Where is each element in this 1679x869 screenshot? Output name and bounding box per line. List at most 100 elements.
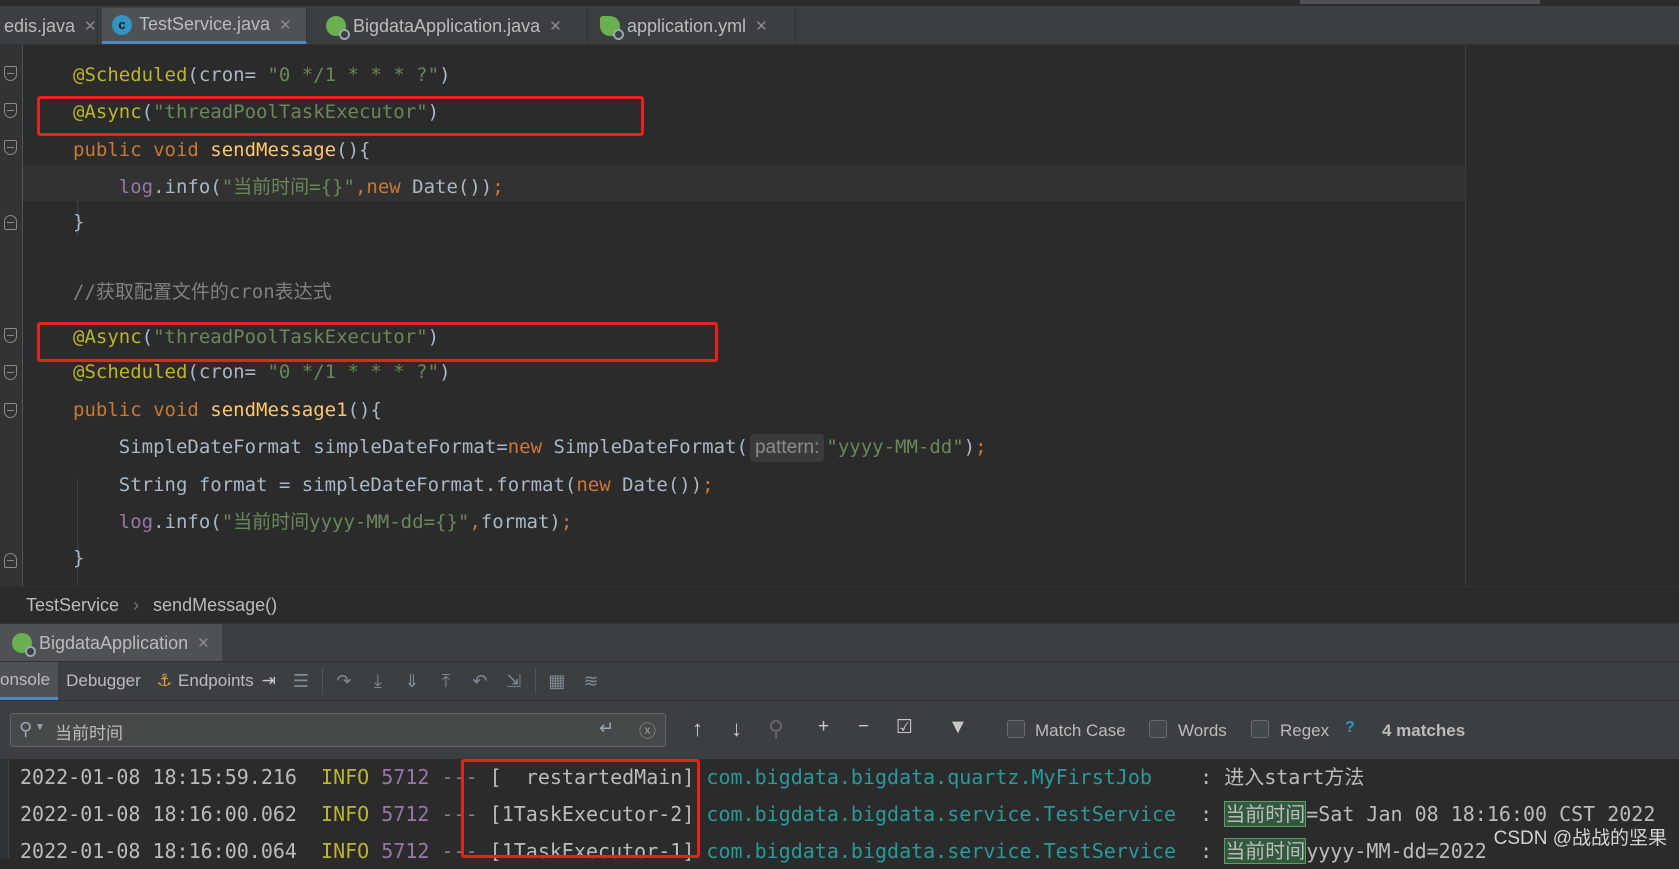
- fold-marker-icon[interactable]: [4, 328, 17, 343]
- next-occurrence-icon[interactable]: ↓: [731, 716, 742, 742]
- list-icon[interactable]: ☰: [284, 671, 318, 692]
- fold-marker-icon[interactable]: [4, 403, 17, 418]
- toolbar-separator: [321, 668, 323, 694]
- code-line: }: [73, 211, 85, 233]
- search-input[interactable]: [53, 714, 597, 748]
- log-logger[interactable]: com.bigdata.bigdata.quartz.MyFirstJob: [706, 765, 1152, 789]
- code-line: @Scheduled(cron= "0 */1 * * * ?"): [73, 64, 451, 86]
- breadcrumb-method[interactable]: sendMessage(): [153, 595, 277, 616]
- select-all-occurrences-icon[interactable]: ⚲: [768, 716, 784, 742]
- previous-occurrence-icon[interactable]: ↑: [692, 716, 703, 742]
- log-timestamp: 2022-01-08 18:15:59.216: [20, 765, 297, 789]
- annotation-box: [37, 322, 718, 362]
- search-match-highlight: 当前时间: [1224, 838, 1307, 864]
- fold-marker-icon[interactable]: [4, 103, 17, 118]
- search-icon[interactable]: ⚲: [19, 719, 32, 740]
- regex-checkbox[interactable]: [1251, 720, 1269, 738]
- log-logger[interactable]: com.bigdata.bigdata.service.TestService: [706, 839, 1176, 863]
- fold-end-icon[interactable]: [4, 215, 17, 230]
- chevron-down-icon[interactable]: ▼: [35, 722, 45, 733]
- drop-frame-icon[interactable]: ↶: [463, 671, 497, 692]
- breadcrumb: TestService › sendMessage(): [0, 586, 1679, 623]
- words-label: Words: [1178, 721, 1227, 740]
- step-over-icon[interactable]: ↷: [327, 671, 361, 692]
- annotation-box: [461, 759, 700, 858]
- tab-label: application.yml: [627, 15, 747, 36]
- fold-marker-icon[interactable]: [4, 66, 17, 81]
- console-output[interactable]: 2022-01-08 18:15:59.216 INFO 5712 --- [ …: [0, 759, 1679, 864]
- code-line: public void sendMessage(){: [73, 139, 371, 161]
- find-field[interactable]: ⚲ ▼ ↵ ⓧ: [10, 713, 666, 748]
- run-to-cursor-icon[interactable]: ⇲: [497, 671, 531, 692]
- log-pid: 5712: [381, 839, 430, 863]
- pin-icon[interactable]: ⇥: [262, 671, 276, 691]
- parameter-hint: pattern:: [749, 434, 825, 462]
- spring-icon: [600, 16, 624, 40]
- log-colon: :: [1200, 802, 1213, 826]
- remove-occurrence-icon[interactable]: −: [858, 716, 869, 738]
- tab-console[interactable]: onsole: [0, 662, 59, 700]
- breadcrumb-class[interactable]: TestService: [26, 595, 119, 616]
- filter-icon[interactable]: ▼: [948, 716, 968, 739]
- search-match-highlight: 当前时间: [1224, 801, 1307, 827]
- newline-icon[interactable]: ↵: [599, 718, 614, 739]
- code-line: //获取配置文件的cron表达式: [73, 281, 332, 303]
- find-bar: ⚲ ▼ ↵ ⓧ ↑ ↓ ⚲ + − ☑ ▼ Match Case Words R…: [0, 700, 1679, 760]
- code-line: SimpleDateFormat simpleDateFormat=new Si…: [73, 430, 987, 464]
- add-occurrence-icon[interactable]: +: [818, 716, 829, 738]
- run-tab-bigdataapplication[interactable]: BigdataApplication ✕: [0, 624, 222, 662]
- log-level: INFO: [321, 802, 370, 826]
- evaluate-icon[interactable]: ▦: [540, 671, 574, 692]
- log-level: INFO: [321, 765, 370, 789]
- close-icon[interactable]: ✕: [279, 16, 292, 34]
- code-editor[interactable]: @Scheduled(cron= "0 */1 * * * ?") @Async…: [0, 45, 1679, 586]
- tab-scroll-indicator[interactable]: [1300, 0, 1540, 4]
- code-line: String format = simpleDateFormat.format(…: [118, 474, 714, 496]
- close-icon[interactable]: ✕: [197, 634, 210, 652]
- tab-debugger[interactable]: Debugger: [58, 662, 149, 700]
- chevron-right-icon: ›: [133, 594, 140, 615]
- force-step-into-icon[interactable]: ⇓: [395, 671, 429, 692]
- watermark: CSDN @战战的坚果: [1493, 828, 1667, 849]
- step-into-icon[interactable]: ⤓: [361, 671, 395, 692]
- tab-label: TestService.java: [139, 14, 271, 34]
- fold-marker-icon[interactable]: [4, 140, 17, 155]
- tab-label: Endpoints: [178, 671, 254, 690]
- select-all-matches-icon[interactable]: ☑: [896, 716, 913, 739]
- clear-icon[interactable]: ⓧ: [639, 717, 656, 742]
- trace-icon[interactable]: ≋: [574, 671, 608, 692]
- log-line: 2022-01-08 18:16:00.062 INFO 5712 --- [1…: [20, 796, 1655, 832]
- match-case-checkbox[interactable]: [1007, 720, 1025, 738]
- log-line: 2022-01-08 18:16:00.064 INFO 5712 --- [1…: [20, 833, 1487, 869]
- log-pid: 5712: [381, 802, 430, 826]
- spring-boot-icon: [12, 633, 36, 657]
- match-case-label: Match Case: [1035, 721, 1126, 740]
- log-timestamp: 2022-01-08 18:16:00.064: [20, 839, 297, 863]
- words-checkbox[interactable]: [1149, 720, 1167, 738]
- console-gutter: [0, 759, 9, 858]
- tab-application-yml[interactable]: application.yml ✕: [590, 8, 796, 44]
- run-tool-window-header: BigdataApplication ✕: [0, 623, 1679, 662]
- step-out-icon[interactable]: ⤒: [429, 671, 463, 692]
- code-line: log.info("当前时间={}",new Date());: [118, 176, 504, 198]
- spring-boot-icon: [326, 16, 350, 40]
- tab-endpoints[interactable]: ⚓ Endpoints ⇥: [149, 662, 284, 700]
- tab-bigdataapplication-java[interactable]: BigdataApplication.java ✕: [316, 8, 588, 44]
- tab-testservice-java[interactable]: c TestService.java ✕: [102, 8, 307, 44]
- tab-label: onsole: [0, 669, 51, 689]
- close-icon[interactable]: ✕: [755, 17, 768, 35]
- class-icon: c: [112, 14, 132, 35]
- match-count: 4 matches: [1382, 721, 1466, 740]
- editor-gutter: [0, 45, 23, 586]
- log-logger[interactable]: com.bigdata.bigdata.service.TestService: [706, 802, 1176, 826]
- toolbar-separator: [534, 668, 536, 694]
- close-icon[interactable]: ✕: [549, 17, 562, 35]
- tab-label: Debugger: [66, 671, 141, 690]
- fold-end-icon[interactable]: [4, 553, 17, 568]
- regex-label: Regex: [1280, 721, 1330, 740]
- close-icon[interactable]: ✕: [84, 17, 97, 35]
- tab-label: BigdataApplication.java: [353, 15, 541, 36]
- fold-marker-icon[interactable]: [4, 365, 17, 380]
- tab-edis-java[interactable]: edis.java ✕: [0, 8, 98, 44]
- regex-help-icon[interactable]: ?: [1345, 719, 1355, 737]
